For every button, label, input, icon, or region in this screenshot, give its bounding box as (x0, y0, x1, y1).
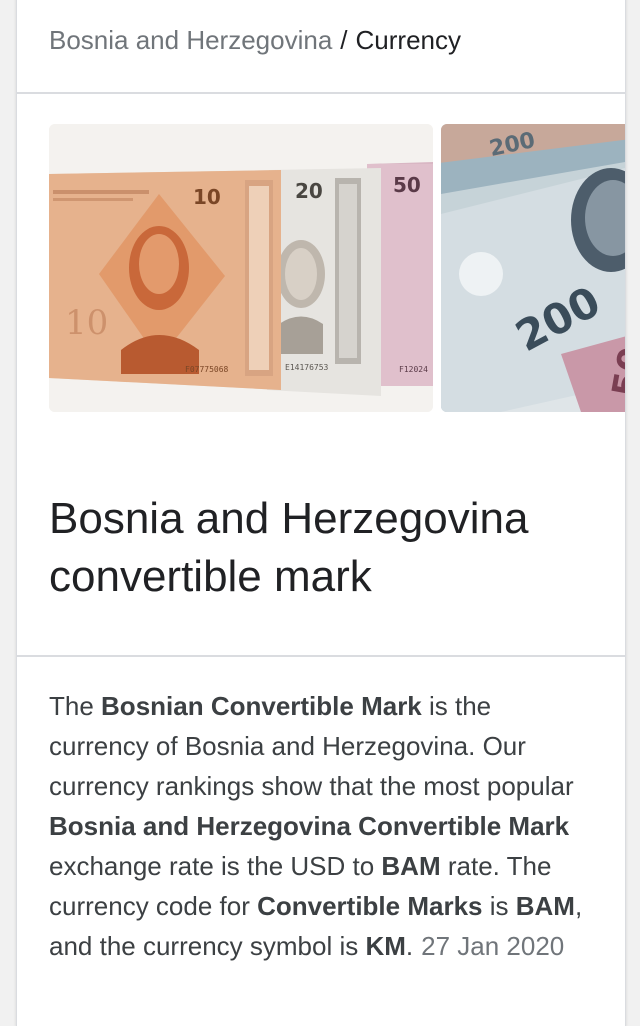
svg-text:10: 10 (65, 303, 108, 343)
note-10-serial: F07775068 (185, 365, 229, 374)
currency-description: The Bosnian Convertible Mark is the curr… (49, 686, 589, 966)
desc-bold: KM (365, 931, 406, 961)
note-50-label: 50 (393, 173, 421, 197)
note-10-label: 10 (193, 185, 221, 209)
desc-text: exchange rate is the USD to (49, 851, 382, 881)
description-date: 27 Jan 2020 (421, 931, 565, 961)
note-20-serial: E14176753 (285, 363, 329, 372)
desc-text: is (482, 891, 516, 921)
desc-bold: BAM (381, 851, 441, 881)
note-50-serial: F12024 (399, 365, 428, 374)
banknotes-image[interactable]: 50 F12024 20 E14176753 10 10 F07775068 (49, 124, 433, 412)
desc-text: The (49, 691, 102, 721)
desc-text: . (405, 931, 414, 961)
breadcrumb-separator: / (340, 25, 348, 55)
note-20-label: 20 (295, 179, 323, 203)
banknotes-closeup-image[interactable]: 200 50 200 (441, 124, 625, 412)
currency-title: Bosnia and Herzegovina convertible mark (49, 494, 529, 601)
breadcrumb-parent-link[interactable]: Bosnia and Herzegovina (49, 25, 332, 55)
breadcrumb-current: Currency (355, 25, 462, 55)
image-carousel[interactable]: 50 F12024 20 E14176753 10 10 F07775068 2… (49, 124, 625, 412)
desc-bold: Bosnia and Herzegovina Convertible Mark (49, 811, 570, 841)
desc-bold: BAM (515, 891, 575, 921)
desc-bold: Bosnian Convertible Mark (101, 691, 422, 721)
desc-bold: Convertible Marks (257, 891, 483, 921)
breadcrumb: Bosnia and Herzegovina / Currency (49, 24, 461, 56)
header-divider (17, 92, 625, 94)
title-divider (17, 655, 625, 657)
knowledge-card: Bosnia and Herzegovina / Currency 50 F1202… (16, 0, 626, 1026)
banknotes-illustration: 50 F12024 20 E14176753 10 10 F07775068 (49, 124, 433, 412)
banknotes-closeup-illustration: 200 50 200 (441, 124, 625, 412)
